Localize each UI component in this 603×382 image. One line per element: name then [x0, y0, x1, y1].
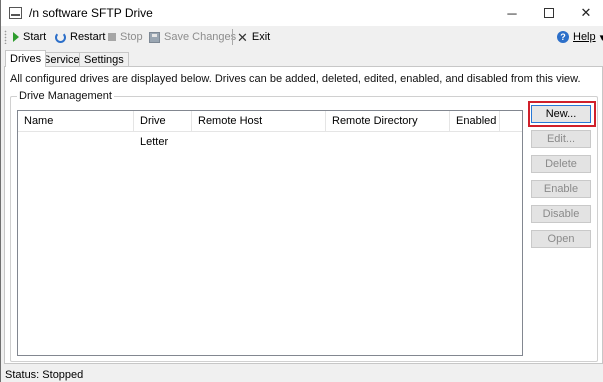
restart-button[interactable]: Restart [55, 29, 105, 45]
drives-list-header: Name Drive Letter Remote Host Remote Dir… [18, 111, 522, 148]
status-bar: Status: Stopped [1, 364, 603, 382]
exit-button[interactable]: ✕ Exit [237, 29, 270, 45]
stop-label: Stop [120, 31, 143, 43]
app-window: /n software SFTP Drive ─ ✕ Start Restart… [0, 0, 603, 382]
edit-button[interactable]: Edit... [531, 130, 591, 148]
start-button[interactable]: Start [13, 29, 46, 45]
save-icon [149, 31, 160, 43]
save-changes-button[interactable]: Save Changes [149, 29, 236, 45]
column-drive-letter[interactable]: Drive Letter [134, 111, 192, 148]
start-label: Start [23, 31, 47, 43]
tab-drives[interactable]: Drives [5, 50, 47, 67]
toolbar-separator [232, 29, 233, 45]
close-button[interactable]: ✕ [563, 0, 603, 26]
enable-button[interactable]: Enable [531, 180, 591, 198]
exit-x-icon: ✕ [237, 29, 248, 45]
open-button[interactable]: Open [531, 230, 591, 248]
window-title: /n software SFTP Drive [29, 6, 153, 20]
toolbar-grip-icon[interactable] [4, 30, 7, 44]
restart-label: Restart [70, 31, 106, 43]
delete-button[interactable]: Delete [531, 155, 591, 173]
save-changes-label: Save Changes [164, 31, 237, 43]
drive-app-icon [9, 7, 22, 19]
restart-icon [55, 31, 66, 43]
column-enabled[interactable]: Enabled [450, 111, 500, 132]
maximize-icon [544, 8, 554, 18]
toolbar: Start Restart Stop Save Changes ✕ Exit ?… [1, 26, 603, 48]
column-name[interactable]: Name [18, 111, 134, 132]
disable-button[interactable]: Disable [531, 205, 591, 223]
help-dropdown-icon: ▾ [599, 31, 603, 44]
play-icon [13, 32, 19, 42]
exit-label: Exit [251, 31, 271, 43]
tab-settings[interactable]: Settings [79, 52, 129, 67]
drives-panel: All configured drives are displayed belo… [4, 66, 603, 364]
drives-list[interactable]: Name Drive Letter Remote Host Remote Dir… [17, 110, 523, 356]
help-button[interactable]: ? Help ▾ [557, 29, 603, 45]
drives-description: All configured drives are displayed belo… [10, 73, 581, 85]
drive-management-label: Drive Management [17, 90, 114, 102]
column-remote-host[interactable]: Remote Host [192, 111, 326, 132]
title-bar: /n software SFTP Drive ─ ✕ [1, 0, 603, 26]
stop-icon [108, 33, 116, 41]
column-remote-directory[interactable]: Remote Directory [326, 111, 450, 132]
new-button[interactable]: New... [531, 105, 591, 123]
stop-button[interactable]: Stop [108, 29, 143, 45]
status-text: Status: Stopped [5, 369, 84, 381]
help-label: Help [573, 31, 596, 43]
help-icon: ? [557, 31, 569, 43]
drive-management-group: Drive Management Name Drive Letter Remot… [10, 90, 598, 362]
